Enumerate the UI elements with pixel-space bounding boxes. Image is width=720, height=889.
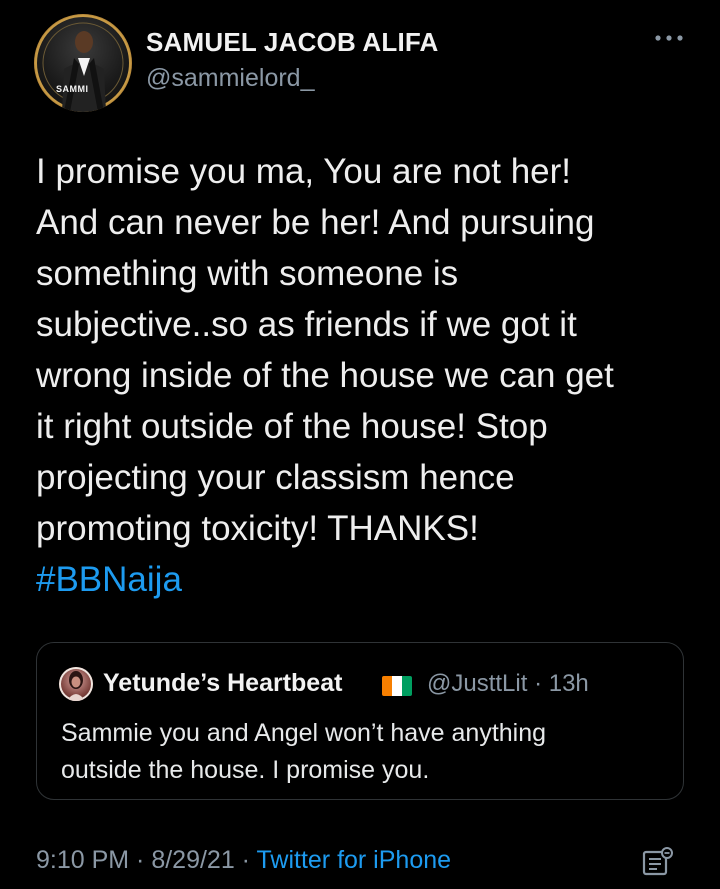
avatar-image bbox=[35, 15, 131, 112]
tweet-line: I promise you ma, You are not her! bbox=[36, 152, 572, 191]
quoted-tweet-card[interactable]: Yetunde’s Heartbeat @JusttLit · 13h Samm… bbox=[36, 642, 684, 800]
quoted-tweet-text: Sammie you and Angel won’t have anything… bbox=[61, 715, 661, 789]
tweet-meta: 9:10 PM · 8/29/21 · Twitter for iPhone bbox=[36, 846, 451, 875]
quoted-author-name[interactable]: Yetunde’s Heartbeat bbox=[103, 669, 342, 698]
tweet-line: something with someone is bbox=[36, 254, 459, 293]
author-avatar[interactable] bbox=[34, 14, 132, 112]
tweet-line: it right outside of the house! Stop bbox=[36, 407, 548, 446]
quoted-line: outside the house. I promise you. bbox=[61, 756, 430, 784]
tweet-line: And can never be her! And pursuing bbox=[36, 203, 595, 242]
tweet-timestamp[interactable]: 9:10 PM · 8/29/21 · bbox=[36, 846, 257, 874]
tweet-text: I promise you ma, You are not her! And c… bbox=[36, 146, 686, 605]
avatar-badge: SAMMI bbox=[56, 84, 89, 94]
view-analytics-icon[interactable] bbox=[640, 846, 676, 878]
tweet-line: promoting toxicity! THANKS! bbox=[36, 509, 479, 548]
tweet-source-link[interactable]: Twitter for iPhone bbox=[257, 846, 452, 874]
tweet-line: subjective..so as friends if we got it bbox=[36, 305, 577, 344]
quoted-handle-time: @JusttLit · 13h bbox=[427, 670, 589, 697]
quoted-avatar-image bbox=[67, 671, 85, 701]
tweet-line: wrong inside of the house we can get bbox=[36, 356, 614, 395]
author-handle[interactable]: @sammielord_ bbox=[146, 64, 314, 93]
quoted-line: Sammie you and Angel won’t have anything bbox=[61, 719, 547, 747]
quoted-author-avatar[interactable] bbox=[59, 667, 93, 701]
ivory-coast-flag-icon bbox=[382, 676, 412, 696]
author-name[interactable]: SAMUEL JACOB ALIFA bbox=[146, 27, 439, 58]
tweet-line: projecting your classism hence bbox=[36, 458, 515, 497]
hashtag-link[interactable]: #BBNaija bbox=[36, 560, 182, 599]
more-horizontal-icon[interactable] bbox=[654, 32, 684, 44]
